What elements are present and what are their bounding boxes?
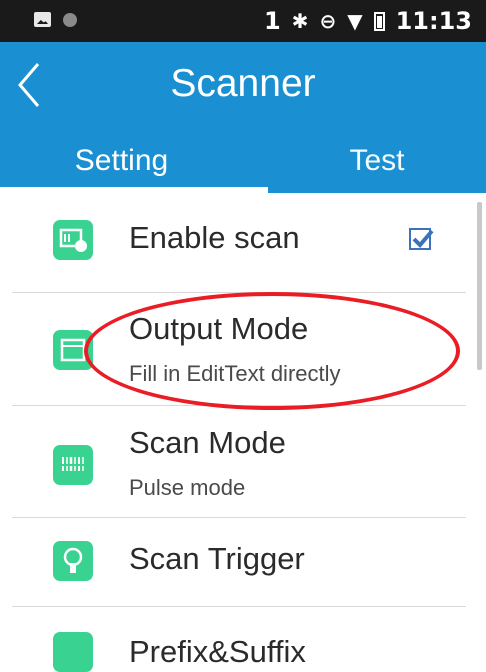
setting-title: Output Mode xyxy=(129,311,309,346)
scrollbar[interactable] xyxy=(477,202,482,370)
enable-scan-checkbox[interactable] xyxy=(409,228,434,250)
setting-title: Scan Trigger xyxy=(129,541,305,576)
trigger-icon xyxy=(53,541,93,581)
notification-dot-icon xyxy=(63,12,77,27)
setting-scan-mode[interactable]: Scan Mode Pulse mode xyxy=(12,406,466,517)
app-bar: Scanner Setting Test xyxy=(0,42,486,193)
setting-title: Enable scan xyxy=(129,220,300,255)
output-mode-icon xyxy=(53,330,93,370)
barcode-icon xyxy=(53,445,93,485)
wifi-icon: ▼ xyxy=(347,9,363,33)
status-bar: 1 ✱ ⊖ ▼ 11:13 xyxy=(0,0,486,42)
setting-scan-trigger[interactable]: Scan Trigger xyxy=(12,518,466,606)
setting-enable-scan[interactable]: Enable scan xyxy=(12,193,466,292)
setting-title: Scan Mode xyxy=(129,425,286,460)
setting-subtitle: Fill in EditText directly xyxy=(129,361,341,386)
status-notifications xyxy=(34,12,77,27)
setting-output-mode[interactable]: Output Mode Fill in EditText directly xyxy=(12,293,466,404)
image-notification-icon xyxy=(34,12,51,27)
clock: 11:13 xyxy=(395,7,472,35)
status-indicators: 1 ✱ ⊖ ▼ 11:13 xyxy=(264,7,472,35)
setting-title: Prefix&Suffix xyxy=(129,634,306,669)
tab-test[interactable]: Test xyxy=(268,132,486,190)
prefix-suffix-icon xyxy=(53,632,93,672)
scan-settings-icon xyxy=(53,220,93,260)
battery-icon xyxy=(373,11,385,31)
setting-subtitle: Pulse mode xyxy=(129,475,246,500)
page-title: Scanner xyxy=(170,62,316,105)
sim-indicator: 1 xyxy=(263,7,281,35)
tab-setting[interactable]: Setting xyxy=(0,132,243,190)
dnd-icon: ⊖ xyxy=(319,9,337,33)
bluetooth-icon: ✱ xyxy=(291,9,309,33)
check-icon xyxy=(412,229,434,248)
